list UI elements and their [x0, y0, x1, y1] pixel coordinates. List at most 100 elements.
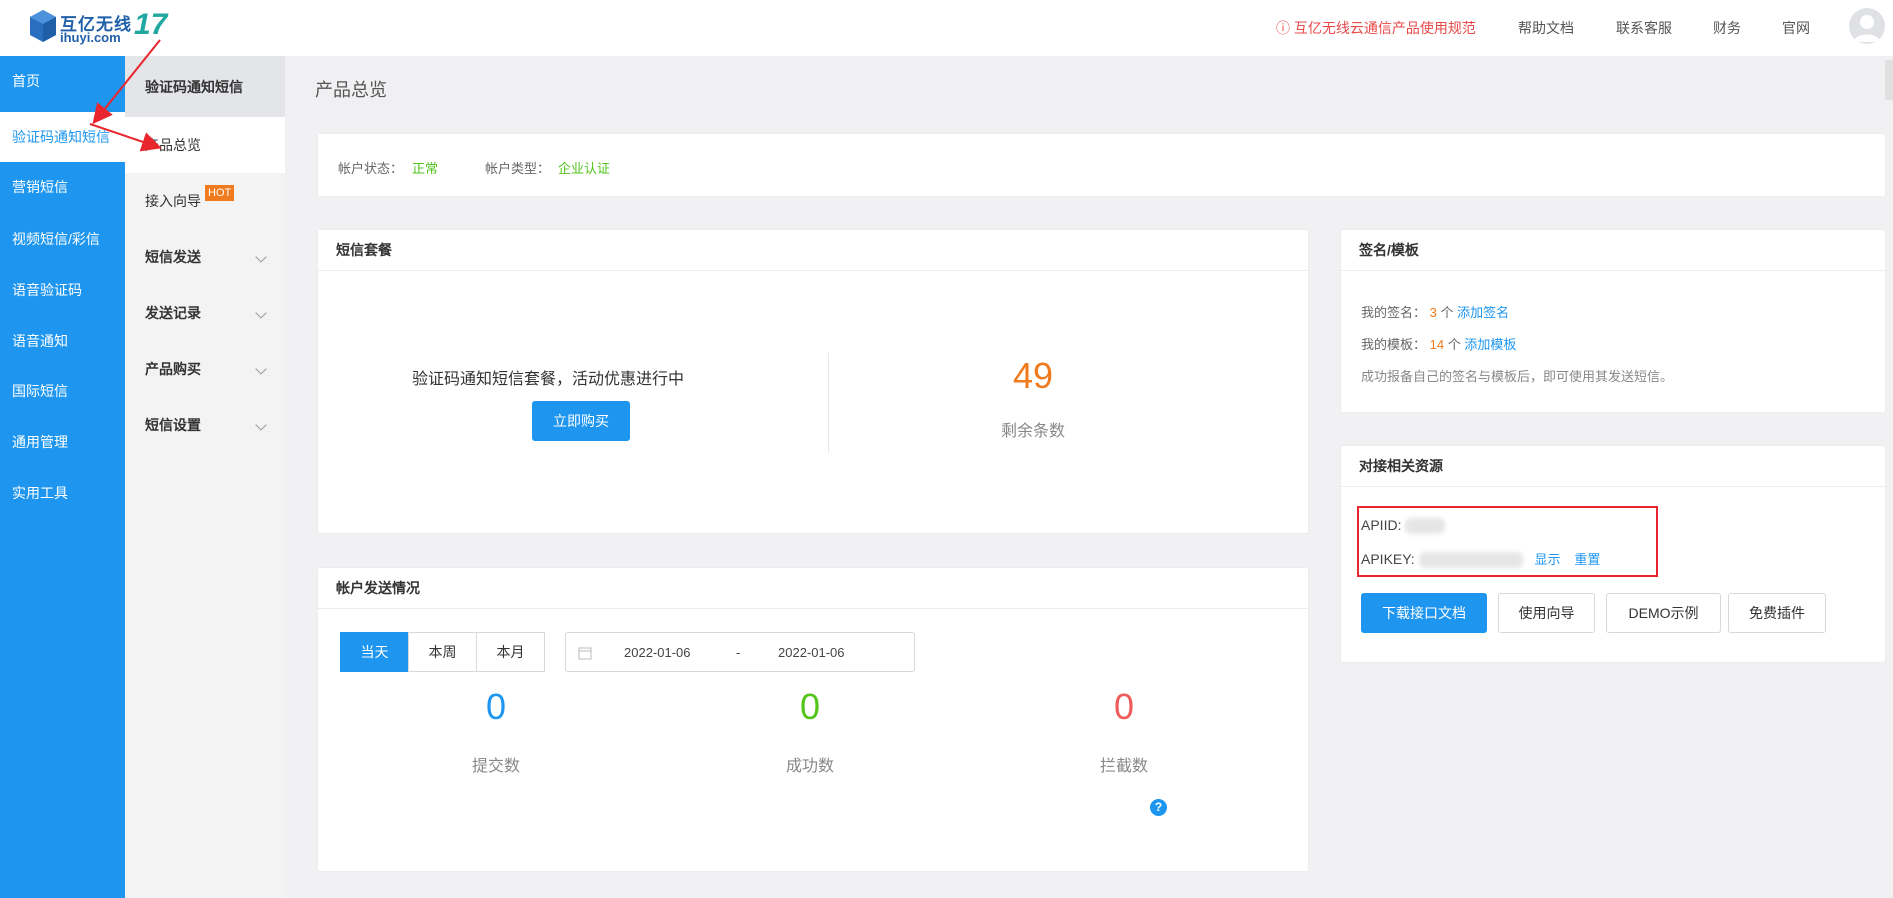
reset-key-link[interactable]: 重置 [1574, 552, 1600, 567]
sending-stats-card: 帐户发送情况 当天 本周 本月 2022-01-06 - 2022-01-06 … [317, 567, 1309, 872]
avatar[interactable] [1849, 8, 1885, 44]
customer-service-link[interactable]: 联系客服 [1616, 18, 1672, 38]
sidebar-item-voice-code[interactable]: 语音验证码 [0, 265, 125, 315]
api-resources-card: 对接相关资源 APIID: APIKEY: 显示 重置 下载接口文档 使用向导 … [1340, 445, 1886, 663]
logo-cube-icon [30, 10, 56, 42]
account-status-value: 正常 [412, 161, 439, 176]
date-start[interactable]: 2022-01-06 [624, 645, 691, 660]
package-promo-text: 验证码通知短信套餐，活动优惠进行中 [411, 371, 684, 388]
chevron-down-icon [255, 363, 267, 375]
date-separator: - [736, 645, 741, 660]
signature-template-card: 签名/模板 我的签名： 3 个 添加签名 我的模板： 14 个 添加模板 成功报… [1340, 229, 1886, 413]
sub-item-label: 接入向导 [145, 193, 201, 209]
stat-label: 拦截数 [1099, 758, 1148, 775]
sub-item-purchase[interactable]: 产品购买 [125, 341, 285, 397]
demo-examples-button[interactable]: DEMO示例 [1606, 593, 1721, 633]
tab-this-month[interactable]: 本月 [476, 632, 545, 672]
signature-note: 成功报备自己的签名与模板后，即可使用其发送短信。 [1361, 369, 1674, 384]
signature-row: 我的签名： 3 个 添加签名 [1361, 302, 1509, 321]
user-icon [1854, 15, 1880, 42]
sub-sidebar: 验证码通知短信 产品总览 接入向导 HOT 短信发送 发送记录 产品购买 短信设… [125, 56, 285, 898]
logo-number: 17 [134, 8, 168, 41]
usage-guide-button[interactable]: 使用向导 [1498, 593, 1595, 633]
sub-item-product-overview[interactable]: 产品总览 [125, 117, 285, 173]
sub-item-label: 短信设置 [145, 417, 201, 433]
sidebar-item-tools[interactable]: 实用工具 [0, 468, 125, 518]
sub-item-label: 发送记录 [145, 305, 201, 321]
stat-value: 0 [799, 686, 821, 727]
add-signature-link[interactable]: 添加签名 [1457, 305, 1509, 320]
sidebar-item-home[interactable]: 首页 [0, 56, 125, 106]
signature-label: 我的签名： [1361, 305, 1427, 320]
apikey-row: APIKEY: 显示 重置 [1361, 549, 1600, 569]
download-docs-button[interactable]: 下载接口文档 [1361, 593, 1487, 633]
template-unit: 个 [1447, 337, 1461, 352]
help-icon[interactable]: ? [1150, 799, 1167, 816]
scrollbar[interactable] [1885, 60, 1893, 100]
sub-item-send-records[interactable]: 发送记录 [125, 285, 285, 341]
finance-link[interactable]: 财务 [1713, 18, 1741, 38]
chevron-down-icon [255, 251, 267, 263]
stat-value: 0 [485, 686, 507, 727]
sub-item-access-guide[interactable]: 接入向导 HOT [125, 173, 285, 229]
account-type-value: 企业认证 [558, 161, 611, 176]
sidebar-item-voice-notice[interactable]: 语音通知 [0, 316, 125, 366]
chevron-down-icon [255, 419, 267, 431]
date-range-picker[interactable]: 2022-01-06 - 2022-01-06 [565, 632, 915, 672]
stat-label: 成功数 [785, 758, 834, 775]
template-row: 我的模板： 14 个 添加模板 [1361, 334, 1516, 353]
card-title: 帐户发送情况 [318, 568, 1308, 609]
card-title: 对接相关资源 [1341, 446, 1885, 487]
stat-success: 0 成功数 [700, 686, 920, 776]
period-tabs: 当天 本周 本月 [340, 632, 545, 672]
chevron-down-icon [255, 307, 267, 319]
main-sidebar: 首页 验证码通知短信 营销短信 视频短信/彩信 语音验证码 语音通知 国际短信 … [0, 56, 125, 898]
divider [828, 353, 829, 453]
logo-domain: ihuyi.com [60, 30, 121, 45]
buy-now-button[interactable]: 立即购买 [532, 401, 630, 441]
date-end[interactable]: 2022-01-06 [778, 645, 845, 660]
top-header: 互亿无线 ihuyi.com 17 ⓘ 互亿无线云通信产品使用规范 帮助文档 联… [0, 0, 1893, 56]
stat-value: 0 [1113, 686, 1135, 727]
free-plugins-button[interactable]: 免费插件 [1728, 593, 1826, 633]
tab-today[interactable]: 当天 [340, 632, 409, 672]
remaining-count: 49 [1012, 355, 1054, 396]
sms-package-card: 短信套餐 验证码通知短信套餐，活动优惠进行中 立即购买 49 剩余条数 [317, 229, 1309, 534]
sub-item-label: 短信发送 [145, 249, 201, 265]
sub-item-sms-settings[interactable]: 短信设置 [125, 397, 285, 453]
apikey-label: APIKEY: [1361, 551, 1415, 567]
apiid-row: APIID: [1361, 517, 1446, 535]
sub-item-label: 产品购买 [145, 361, 201, 377]
template-label: 我的模板： [1361, 337, 1427, 352]
card-title: 短信套餐 [318, 230, 1308, 271]
help-docs-link[interactable]: 帮助文档 [1518, 18, 1574, 38]
hot-badge: HOT [205, 185, 235, 201]
official-site-link[interactable]: 官网 [1782, 18, 1810, 38]
signature-count: 3 [1429, 305, 1437, 320]
sidebar-item-video-sms[interactable]: 视频短信/彩信 [0, 214, 125, 264]
stat-intercepted: 0 拦截数 [1014, 686, 1234, 776]
sub-sidebar-title: 验证码通知短信 [125, 56, 285, 118]
sidebar-item-verification-sms[interactable]: 验证码通知短信 [0, 112, 125, 162]
sub-item-sms-send[interactable]: 短信发送 [125, 229, 285, 285]
account-type-label: 帐户类型： [485, 161, 551, 176]
account-status-label: 帐户状态： [338, 161, 404, 176]
apiid-label: APIID: [1361, 517, 1402, 533]
sidebar-item-international-sms[interactable]: 国际短信 [0, 366, 125, 416]
show-key-link[interactable]: 显示 [1534, 552, 1560, 567]
remaining-label: 剩余条数 [1000, 423, 1065, 440]
page-title: 产品总览 [315, 80, 387, 100]
sidebar-item-general-management[interactable]: 通用管理 [0, 417, 125, 467]
account-status-card: 帐户状态： 正常 帐户类型： 企业认证 [317, 133, 1886, 197]
template-count: 14 [1429, 337, 1445, 352]
stat-label: 提交数 [471, 758, 520, 775]
calendar-icon [578, 647, 592, 660]
page-title-bar: 产品总览 [285, 56, 1893, 118]
sidebar-item-marketing-sms[interactable]: 营销短信 [0, 162, 125, 212]
tab-this-week[interactable]: 本周 [408, 632, 477, 672]
usage-policy-link[interactable]: ⓘ 互亿无线云通信产品使用规范 [1276, 18, 1476, 38]
add-template-link[interactable]: 添加模板 [1464, 337, 1516, 352]
signature-unit: 个 [1440, 305, 1454, 320]
apikey-value-redacted [1418, 552, 1523, 569]
logo[interactable]: 互亿无线 ihuyi.com 17 [30, 6, 170, 48]
